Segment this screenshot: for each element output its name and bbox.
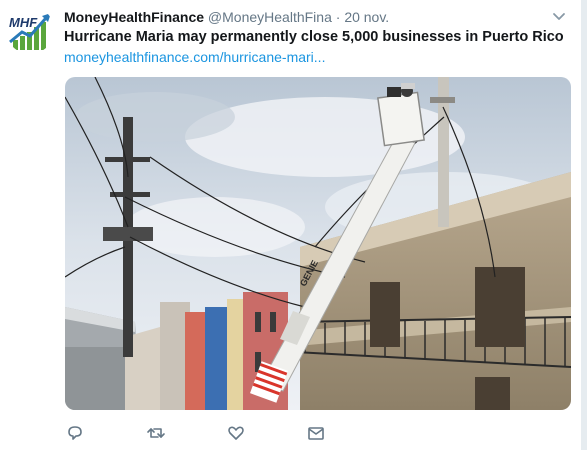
reply-icon[interactable] — [64, 422, 86, 444]
chevron-down-icon[interactable] — [551, 8, 567, 24]
author-name[interactable]: MoneyHealthFinance — [64, 9, 204, 25]
retweet-icon[interactable] — [145, 422, 167, 444]
tweet-header: MoneyHealthFinance @MoneyHealthFina · 20… — [64, 8, 544, 28]
author-handle[interactable]: @MoneyHealthFina — [208, 9, 332, 25]
mhf-logo: MHF — [6, 6, 54, 54]
photo-scene: GENIE — [65, 77, 571, 410]
timestamp[interactable]: 20 nov. — [344, 9, 389, 25]
tweet-text: Hurricane Maria may permanently close 5,… — [64, 29, 564, 45]
avatar-text: MHF — [9, 15, 38, 30]
tweet-actions — [64, 422, 384, 444]
separator-dot: · — [335, 9, 341, 25]
scrollbar-track[interactable] — [581, 0, 587, 450]
avatar[interactable]: MHF — [6, 6, 54, 54]
like-icon[interactable] — [225, 422, 247, 444]
direct-message-icon[interactable] — [305, 422, 327, 444]
tweet-link[interactable]: moneyhealthfinance.com/hurricane-mari... — [64, 48, 325, 66]
tweet-photo[interactable]: GENIE — [65, 77, 571, 410]
